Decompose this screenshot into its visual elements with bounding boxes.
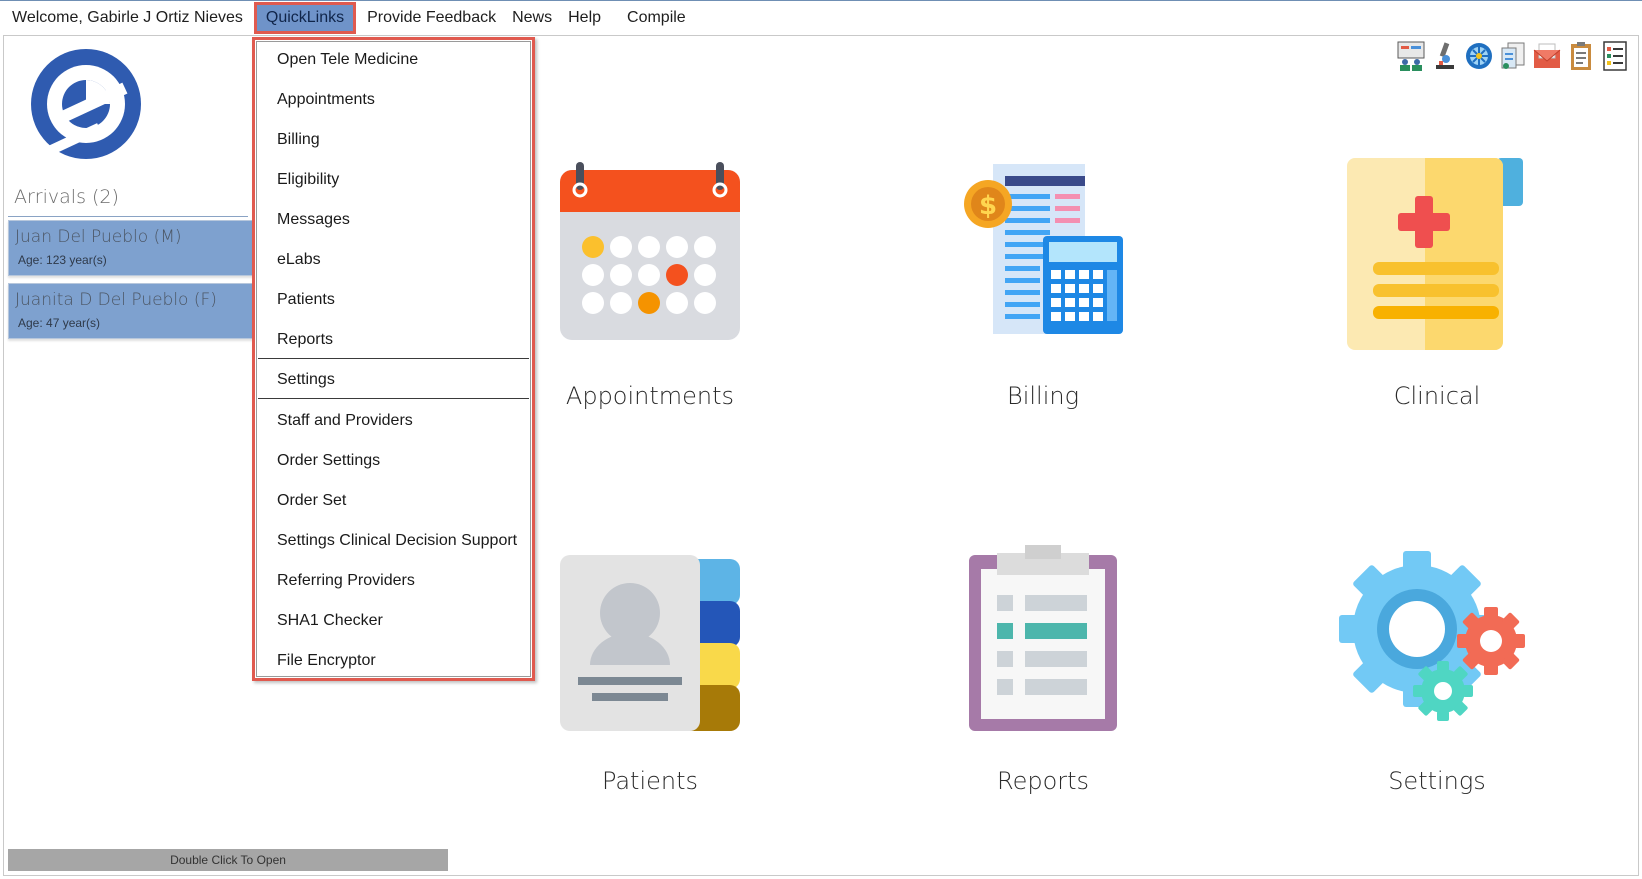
- menu-item-sha1-checker[interactable]: SHA1 Checker: [277, 612, 383, 630]
- reports-tile[interactable]: Reports: [913, 545, 1173, 835]
- menu-item-referring-providers[interactable]: Referring Providers: [277, 572, 415, 590]
- arrival-patient-card[interactable]: Juan Del Pueblo (M) Age: 123 year(s): [8, 220, 253, 276]
- clinical-tile[interactable]: Clinical: [1307, 150, 1567, 440]
- menu-help[interactable]: Help: [560, 3, 609, 33]
- mail-icon[interactable]: [1532, 40, 1562, 72]
- menu-item-patients[interactable]: Patients: [277, 291, 335, 309]
- arrival-patient-card[interactable]: Juanita D Del Pueblo (F) Age: 47 year(s): [8, 283, 253, 339]
- gears-icon: [1339, 551, 1525, 721]
- menu-item-eligibility[interactable]: Eligibility: [277, 171, 339, 189]
- patient-age: Age: 123 year(s): [18, 253, 107, 267]
- menu-item-messages[interactable]: Messages: [277, 211, 350, 229]
- menu-item-file-encryptor[interactable]: File Encryptor: [277, 652, 376, 670]
- menu-quicklinks[interactable]: QuickLinks: [253, 2, 357, 34]
- clinical-tile-label: Clinical: [1393, 382, 1481, 410]
- billing-tile[interactable]: $ Billing: [913, 150, 1173, 440]
- quicklinks-dropdown: Open Tele Medicine Appointments Billing …: [252, 37, 535, 681]
- menu-compile[interactable]: Compile: [619, 3, 694, 33]
- medical-record-icon: [1347, 158, 1523, 350]
- menu-item-appointments[interactable]: Appointments: [277, 91, 375, 109]
- network-icon[interactable]: [1464, 40, 1494, 72]
- app-logo: [31, 49, 141, 159]
- checklist-icon[interactable]: [1600, 40, 1630, 72]
- microscope-icon[interactable]: [1430, 40, 1460, 72]
- menu-item-billing[interactable]: Billing: [277, 131, 320, 149]
- quicklinks-dropdown-inner: Open Tele Medicine Appointments Billing …: [256, 41, 531, 677]
- patient-age: Age: 47 year(s): [18, 316, 101, 330]
- patient-name: Juanita D Del Pueblo (F): [15, 290, 217, 310]
- menu-news[interactable]: News: [504, 3, 560, 33]
- menu-item-order-set[interactable]: Order Set: [277, 492, 346, 510]
- svg-text:$: $: [979, 191, 997, 221]
- billing-calculator-icon: $: [964, 164, 1123, 334]
- toolbar-icons: [1396, 40, 1630, 72]
- menu-item-staff-and-providers[interactable]: Staff and Providers: [277, 412, 413, 430]
- reports-tile-label: Reports: [996, 767, 1090, 795]
- welcome-text: Welcome, Gabirle J Ortiz Nieves: [12, 9, 243, 26]
- calendar-icon: [560, 162, 740, 340]
- clipboard-icon[interactable]: [1566, 40, 1596, 72]
- menu-bar: Welcome, Gabirle J Ortiz Nieves QuickLin…: [0, 1, 1642, 35]
- patients-tile[interactable]: Patients: [520, 545, 780, 835]
- arrivals-title: Arrivals (2): [14, 186, 119, 208]
- patient-card-icon: [560, 555, 740, 731]
- menu-item-reports[interactable]: Reports: [277, 331, 333, 349]
- menu-item-settings[interactable]: Settings: [277, 371, 335, 389]
- billing-tile-label: Billing: [1007, 382, 1079, 410]
- patients-tile-label: Patients: [601, 767, 699, 795]
- appointments-tile[interactable]: Appointments: [520, 150, 780, 440]
- patient-name: Juan Del Pueblo (M): [15, 227, 182, 247]
- menu-separator: [258, 358, 529, 359]
- settings-tile-label: Settings: [1388, 767, 1486, 795]
- menu-provide-feedback[interactable]: Provide Feedback: [359, 3, 504, 33]
- menu-item-settings-clinical-decision-support[interactable]: Settings Clinical Decision Support: [277, 532, 517, 550]
- documents-icon[interactable]: [1498, 40, 1528, 72]
- double-click-to-open-bar[interactable]: Double Click To Open: [8, 849, 448, 871]
- menu-item-open-tele-medicine[interactable]: Open Tele Medicine: [277, 51, 418, 69]
- staff-icon[interactable]: [1396, 40, 1426, 72]
- arrivals-divider: [8, 216, 248, 217]
- appointments-tile-label: Appointments: [565, 382, 735, 410]
- settings-tile[interactable]: Settings: [1307, 545, 1567, 835]
- report-clipboard-icon: [969, 545, 1117, 731]
- menu-separator: [258, 398, 529, 399]
- menu-item-order-settings[interactable]: Order Settings: [277, 452, 380, 470]
- menu-item-elabs[interactable]: eLabs: [277, 251, 321, 269]
